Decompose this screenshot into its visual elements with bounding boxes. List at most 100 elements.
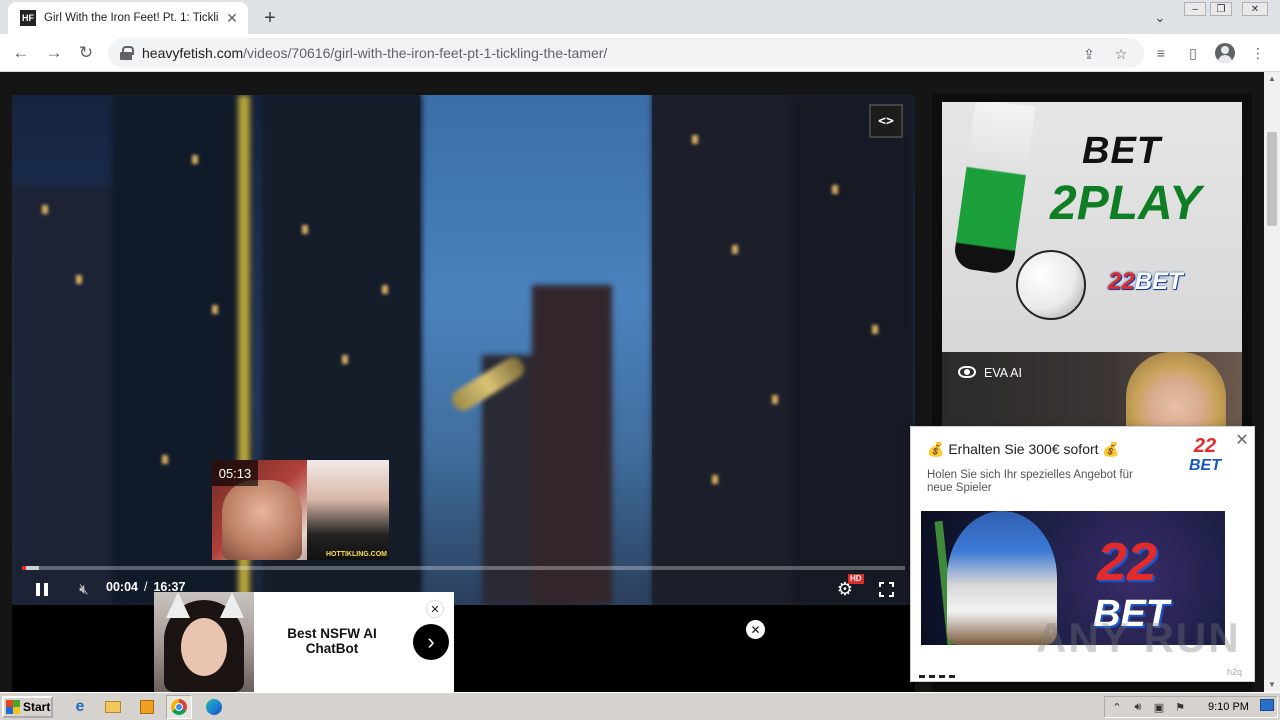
banner-player-leg <box>952 102 1036 276</box>
time-separator: / <box>143 580 148 594</box>
ad-image-logo-number: 22 <box>1097 532 1158 592</box>
scrollbar-thumb[interactable] <box>1267 132 1277 226</box>
start-button[interactable]: Start <box>2 696 53 718</box>
internet-explorer-icon[interactable]: e <box>70 697 90 717</box>
profile-icon[interactable] <box>1215 43 1235 63</box>
anyrun-watermark: ANY RUN <box>1036 614 1241 661</box>
video-player[interactable]: <> 05:13 HOTTIKLING.COM 🔇︎ 00:04/16:37 ⚙… <box>12 95 915 692</box>
fullscreen-button[interactable] <box>876 576 896 602</box>
hd-badge: HD <box>848 574 864 584</box>
video-window-light <box>342 355 348 364</box>
site-favicon-icon: HF <box>20 10 36 26</box>
popup-brand-logo: 22 BET <box>1189 435 1221 474</box>
video-building <box>532 285 612 605</box>
overlay-close-button[interactable]: ✕ <box>746 620 765 639</box>
popup-close-button[interactable]: ✕ <box>1233 431 1251 449</box>
eye-icon <box>958 366 976 378</box>
sidepanel-icon[interactable]: ▯ <box>1183 43 1203 63</box>
video-building <box>792 95 915 605</box>
banner-headline: BET <box>1082 130 1161 172</box>
tab-title: Girl With the Iron Feet! Pt. 1: Tickling… <box>44 12 218 24</box>
minimize-button[interactable]: – <box>1184 2 1206 16</box>
scroll-up-arrow-icon[interactable]: ▲ <box>1267 74 1277 84</box>
video-window-light <box>302 225 308 234</box>
video-window-light <box>192 155 198 164</box>
current-time: 00:04 <box>106 580 138 594</box>
ad-headline: Best NSFW AI ChatBot <box>287 626 377 656</box>
seek-preview-thumbnail: 05:13 HOTTIKLING.COM <box>212 460 389 560</box>
address-bar[interactable]: heavyfetish.com/videos/70616/girl-with-t… <box>108 38 1144 68</box>
show-desktop-icon[interactable] <box>1260 699 1274 711</box>
forward-arrow-icon[interactable]: → <box>42 41 66 65</box>
scroll-down-arrow-icon[interactable]: ▼ <box>1267 680 1277 690</box>
chevron-right-icon[interactable]: › <box>413 624 449 660</box>
start-label: Start <box>23 700 51 714</box>
preview-timestamp: 05:13 <box>212 460 258 486</box>
video-window-light <box>76 275 82 284</box>
action-center-flag-icon[interactable]: ⚑ <box>1171 698 1189 716</box>
video-window-light <box>772 395 778 404</box>
progress-played <box>22 566 26 570</box>
popup-body: Holen Sie sich Ihr spezielles Angebot fü… <box>927 469 1133 494</box>
back-arrow-icon[interactable]: ← <box>9 41 33 65</box>
tray-expand-icon[interactable]: ⌃ <box>1108 698 1126 716</box>
cat-ear-icon <box>220 592 244 618</box>
menu-icon[interactable]: ⋮ <box>1248 43 1268 63</box>
volume-icon[interactable]: 🔊︎ <box>1129 698 1147 716</box>
video-window-light <box>732 245 738 254</box>
banner-brand-logo: 22BET <box>1108 268 1183 295</box>
fullscreen-icon <box>878 581 894 597</box>
banner-subheadline: 2PLAY <box>1050 177 1202 230</box>
screen: HF Girl With the Iron Feet! Pt. 1: Tickl… <box>0 0 1280 720</box>
preview-image-part <box>222 480 302 560</box>
page-scrollbar[interactable]: ▲ ▼ <box>1264 72 1280 692</box>
browser-tab-strip: HF Girl With the Iron Feet! Pt. 1: Tickl… <box>0 0 1280 34</box>
close-window-button[interactable]: ✕ <box>1242 2 1268 16</box>
media-icon[interactable]: ≡ <box>1151 43 1171 63</box>
folder-icon[interactable] <box>103 697 123 717</box>
popup-id: h2q <box>1227 667 1243 677</box>
media-player-icon[interactable] <box>137 697 157 717</box>
video-building <box>652 95 802 605</box>
taskbar-clock: 9:10 PM <box>1208 701 1249 713</box>
network-icon[interactable]: ▣ <box>1150 698 1168 716</box>
progress-bar[interactable] <box>22 566 905 570</box>
url-path: /videos/70616/girl-with-the-iron-feet-pt… <box>243 45 608 61</box>
page-title-fragment <box>390 72 410 74</box>
video-window-light <box>382 285 388 294</box>
pause-button[interactable] <box>32 576 52 602</box>
video-window-light <box>832 185 838 194</box>
popup-footer-dots <box>919 675 1009 678</box>
reload-icon[interactable]: ↻ <box>74 41 98 65</box>
preview-watermark: HOTTIKLING.COM <box>325 551 387 558</box>
restore-button[interactable]: ❐ <box>1210 2 1232 16</box>
soccer-ball-icon <box>1016 250 1086 320</box>
mute-icon[interactable]: 🔇︎ <box>72 576 96 602</box>
url-host: heavyfetish.com <box>142 45 244 61</box>
ad-image-part <box>181 618 227 676</box>
star-icon[interactable]: ☆ <box>1112 45 1130 63</box>
browser-tab[interactable]: HF Girl With the Iron Feet! Pt. 1: Tickl… <box>8 2 248 34</box>
share-icon[interactable]: ⇪ <box>1080 45 1098 63</box>
chrome-icon[interactable] <box>166 695 192 719</box>
embed-code-button[interactable]: <> <box>869 104 903 138</box>
chatbot-ad[interactable]: Best NSFW AI ChatBot › ✕ <box>154 592 454 692</box>
windows-taskbar: Start e ⌃ 🔊︎ ▣ ⚑ 9:10 PM <box>0 692 1280 720</box>
tab-close-icon[interactable]: ✕ <box>224 10 240 26</box>
tab-search-chevron-icon[interactable]: ⌄ <box>1150 8 1170 28</box>
popup-title: 💰 Erhalten Sie 300€ sofort 💰 <box>927 441 1120 457</box>
edge-icon[interactable] <box>204 697 224 717</box>
video-frame[interactable] <box>12 95 915 605</box>
browser-toolbar: ← → ↻ heavyfetish.com/videos/70616/girl-… <box>0 34 1280 72</box>
eva-ai-label: EVA AI <box>984 366 1022 380</box>
video-window-light <box>692 135 698 144</box>
progress-buffered <box>26 566 39 570</box>
ad-portrait-image <box>154 592 254 692</box>
lock-icon[interactable] <box>120 46 134 60</box>
system-tray: ⌃ 🔊︎ ▣ ⚑ <box>1104 696 1278 718</box>
video-window-light <box>872 325 878 334</box>
ad-close-button[interactable]: ✕ <box>426 600 444 618</box>
video-window-light <box>712 475 718 484</box>
bet2play-banner-ad[interactable]: BET 2PLAY 22BET <box>942 102 1242 352</box>
new-tab-button[interactable]: + <box>258 6 282 30</box>
